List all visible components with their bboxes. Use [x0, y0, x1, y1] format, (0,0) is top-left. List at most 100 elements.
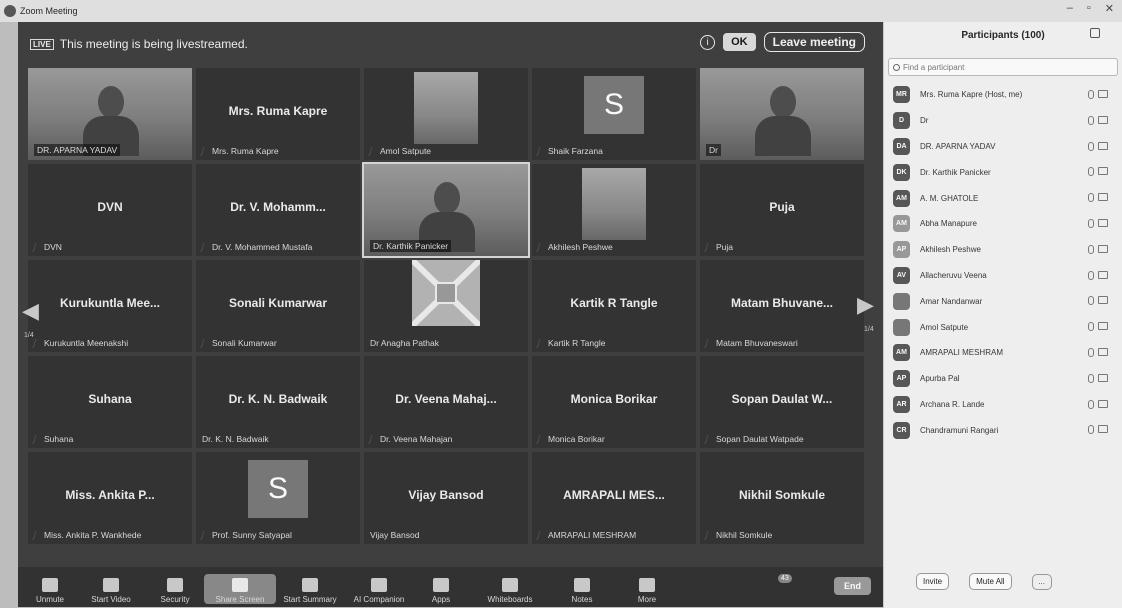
next-page-icon[interactable]: ▶ [857, 292, 875, 320]
mic-status-icon[interactable] [1088, 141, 1094, 151]
mic-muted-icon [704, 338, 715, 348]
video-tile[interactable]: S Prof. Sunny Satyapal [196, 452, 360, 544]
participant-row[interactable]: AM AMRAPALI MESHRAM [893, 340, 1122, 366]
maximize-icon[interactable]: ▫ [1087, 2, 1091, 15]
mic-status-icon[interactable] [1088, 425, 1094, 435]
video-tile[interactable]: Monica Borikar Monica Borikar [532, 356, 696, 448]
video-tile[interactable]: Dr. K. N. Badwaik Dr. K. N. Badwaik [196, 356, 360, 448]
video-status-icon[interactable] [1098, 90, 1108, 98]
video-status-icon[interactable] [1098, 115, 1108, 124]
tile-name-text: DR. APARNA YADAV [37, 145, 118, 155]
participant-row[interactable]: AM Abha Manapure [893, 211, 1122, 237]
participant-row[interactable]: AP Akhilesh Peshwe [893, 237, 1122, 263]
tile-name-label: AMRAPALI MESHRAM [536, 530, 636, 540]
mic-status-icon[interactable] [1088, 399, 1094, 409]
toolbar-video-button[interactable]: Start Video [76, 578, 146, 604]
participant-row[interactable]: AM A. M. GHATOLE [893, 185, 1122, 211]
toolbar-mic-button[interactable]: Unmute [24, 578, 76, 604]
video-status-icon[interactable] [1098, 193, 1108, 202]
participant-row[interactable]: AP Apurba Pal [893, 366, 1122, 392]
mic-status-icon[interactable] [1088, 322, 1094, 332]
mic-status-icon[interactable] [1088, 167, 1094, 177]
mic-status-icon[interactable] [1088, 193, 1094, 203]
video-tile[interactable]: Nikhil Somkule Nikhil Somkule [700, 452, 864, 544]
minimize-icon[interactable]: – [1067, 2, 1073, 15]
video-tile[interactable]: Amol Satpute [364, 68, 528, 160]
info-icon[interactable]: i [700, 34, 716, 50]
video-status-icon[interactable] [1098, 296, 1108, 305]
video-tile[interactable]: Akhilesh Peshwe [532, 164, 696, 256]
toolbar-whiteboard-button[interactable]: Whiteboards [468, 578, 552, 604]
participant-row[interactable]: Amar Nandanwar [893, 288, 1122, 314]
video-tile[interactable]: AMRAPALI MES... AMRAPALI MESHRAM [532, 452, 696, 544]
video-tile[interactable]: Vijay Bansod Vijay Bansod [364, 452, 528, 544]
video-tile[interactable]: Mrs. Ruma Kapre Mrs. Ruma Kapre [196, 68, 360, 160]
mic-status-icon[interactable] [1088, 296, 1094, 306]
participant-row[interactable]: Amol Satpute [893, 314, 1122, 340]
video-tile[interactable]: DVN DVN [28, 164, 192, 256]
tile-display-name: Sonali Kumarwar [228, 296, 328, 310]
video-tile[interactable]: Kartik R Tangle Kartik R Tangle [532, 260, 696, 352]
video-tile[interactable]: Suhana Suhana [28, 356, 192, 448]
video-status-icon[interactable] [1098, 425, 1108, 434]
participant-row[interactable]: MR Mrs. Ruma Kapre (Host, me) [893, 82, 1122, 108]
video-icon [103, 578, 119, 592]
video-tile[interactable]: Matam Bhuvane... Matam Bhuvaneswari [700, 260, 864, 352]
invite-button[interactable]: Invite [916, 573, 950, 590]
toolbar-apps-button[interactable]: Apps [414, 578, 468, 604]
toolbar-notes-button[interactable]: Notes [552, 578, 612, 604]
end-button[interactable]: End [834, 577, 871, 595]
pop-out-icon[interactable] [1090, 28, 1100, 38]
mic-status-icon[interactable] [1088, 270, 1094, 280]
tile-display-name: Mrs. Ruma Kapre [228, 104, 328, 118]
video-tile[interactable]: Miss. Ankita P... Miss. Ankita P. Wankhed… [28, 452, 192, 544]
video-tile[interactable]: S Shaik Farzana [532, 68, 696, 160]
mic-status-icon[interactable] [1088, 347, 1094, 357]
mute-all-button[interactable]: Mute All [969, 573, 1012, 590]
toolbar-summary-button[interactable]: Start Summary [276, 578, 344, 604]
participant-search-input[interactable]: Find a participant [888, 58, 1118, 76]
leave-meeting-button[interactable]: Leave meeting [763, 32, 865, 52]
mic-status-icon[interactable] [1088, 90, 1094, 99]
video-tile[interactable]: DR. APARNA YADAV [28, 68, 192, 160]
more-options-button[interactable]: ... [1031, 573, 1052, 590]
video-tile[interactable]: Sopan Daulat W... Sopan Daulat Watpade [700, 356, 864, 448]
video-tile[interactable]: Kurukuntla Mee... Kurukuntla Meenakshi [28, 260, 192, 352]
video-status-icon[interactable] [1098, 218, 1108, 227]
participant-row[interactable]: D Dr [893, 108, 1122, 134]
video-status-icon[interactable] [1098, 399, 1108, 408]
video-status-icon[interactable] [1098, 322, 1108, 331]
video-tile[interactable]: Puja Puja [700, 164, 864, 256]
tile-name-text: Dr. K. N. Badwaik [202, 434, 269, 444]
video-tile[interactable]: Dr Anagha Pathak [364, 260, 528, 352]
participant-row[interactable]: CR Chandramuni Rangari [893, 417, 1122, 443]
mic-status-icon[interactable] [1088, 373, 1094, 383]
mic-status-icon[interactable] [1088, 218, 1094, 228]
toolbar-more-button[interactable]: More [612, 578, 682, 604]
video-status-icon[interactable] [1098, 244, 1108, 253]
participant-row[interactable]: DA DR. APARNA YADAV [893, 134, 1122, 160]
close-icon[interactable]: ✕ [1105, 2, 1114, 15]
video-status-icon[interactable] [1098, 270, 1108, 279]
toolbar-shield-button[interactable]: Security [146, 578, 204, 604]
video-tile[interactable]: Sonali Kumarwar Sonali Kumarwar [196, 260, 360, 352]
participant-row[interactable]: AR Archana R. Lande [893, 392, 1122, 418]
toolbar-ai-companion-button[interactable]: AI Companion [344, 578, 414, 604]
video-status-icon[interactable] [1098, 141, 1108, 150]
mic-status-icon[interactable] [1088, 244, 1094, 254]
participant-row[interactable]: AV Allacheruvu Veena [893, 263, 1122, 289]
ok-button[interactable]: OK [723, 33, 756, 51]
mic-status-icon[interactable] [1088, 115, 1094, 125]
video-status-icon[interactable] [1098, 373, 1108, 382]
video-tile[interactable]: Dr [700, 68, 864, 160]
previous-page-icon[interactable]: ◀ [22, 298, 40, 326]
tile-name-text: Kartik R Tangle [548, 338, 606, 348]
video-tile[interactable]: Dr. Karthik Panicker [362, 162, 530, 258]
meeting-toolbar: Unmute Start Video Security Share Screen Sta… [18, 567, 883, 607]
video-status-icon[interactable] [1098, 347, 1108, 356]
participant-row[interactable]: DK Dr. Karthik Panicker [893, 159, 1122, 185]
video-tile[interactable]: Dr. Veena Mahaj... Dr. Veena Mahajan [364, 356, 528, 448]
video-status-icon[interactable] [1098, 167, 1108, 176]
toolbar-share-screen-button[interactable]: Share Screen [204, 574, 276, 604]
video-tile[interactable]: Dr. V. Mohamm... Dr. V. Mohammed Mustafa [196, 164, 360, 256]
